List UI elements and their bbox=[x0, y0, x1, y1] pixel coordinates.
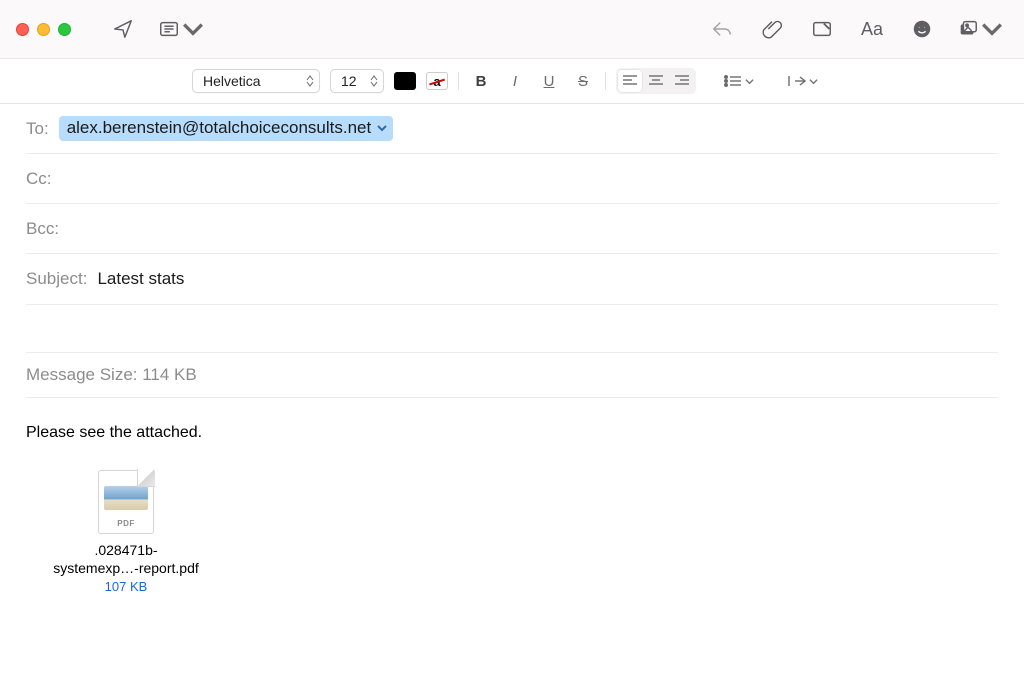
chevron-down-icon bbox=[182, 18, 204, 40]
italic-button[interactable]: I bbox=[503, 70, 527, 92]
font-size-value: 12 bbox=[341, 73, 357, 89]
align-center-button[interactable] bbox=[644, 70, 668, 92]
subject-field-row[interactable]: Subject: Latest stats bbox=[26, 254, 998, 304]
cc-field-row[interactable]: Cc: bbox=[26, 154, 998, 204]
send-button[interactable] bbox=[103, 11, 143, 47]
font-family-select[interactable]: Helvetica bbox=[192, 69, 320, 93]
window-close-button[interactable] bbox=[16, 23, 29, 36]
strikethrough-button[interactable]: S bbox=[571, 70, 595, 92]
header-spacer bbox=[26, 304, 998, 352]
message-size-label: Message Size: 114 KB bbox=[26, 365, 197, 385]
cc-label: Cc: bbox=[26, 169, 52, 189]
to-label: To: bbox=[26, 119, 49, 139]
attachment-filename: .028471b- systemexp…-report.pdf bbox=[53, 542, 199, 577]
text-color-swatch[interactable] bbox=[394, 72, 416, 90]
format-toolbar: Helvetica 12 a B I U S bbox=[0, 58, 1024, 104]
recipient-email: alex.berenstein@totalchoiceconsults.net bbox=[67, 118, 372, 138]
attachment-item[interactable]: PDF .028471b- systemexp…-report.pdf 107 … bbox=[26, 470, 226, 594]
recipient-chip[interactable]: alex.berenstein@totalchoiceconsults.net bbox=[59, 116, 394, 141]
bcc-label: Bcc: bbox=[26, 219, 59, 239]
window-titlebar: Aa bbox=[0, 0, 1024, 58]
markup-button[interactable] bbox=[802, 11, 842, 47]
chevron-down-icon bbox=[377, 123, 387, 133]
message-size-row: Message Size: 114 KB bbox=[26, 352, 998, 398]
emoji-button[interactable] bbox=[902, 11, 942, 47]
body-text: Please see the attached. bbox=[26, 424, 998, 442]
align-right-button[interactable] bbox=[670, 70, 694, 92]
format-button[interactable]: Aa bbox=[852, 11, 892, 47]
pdf-file-icon: PDF bbox=[98, 470, 154, 534]
subject-label: Subject: bbox=[26, 269, 87, 289]
attach-button[interactable] bbox=[752, 11, 792, 47]
bold-button[interactable]: B bbox=[469, 70, 493, 92]
text-align-group bbox=[616, 68, 696, 94]
stepper-icon bbox=[306, 75, 314, 87]
list-style-menu[interactable] bbox=[724, 73, 754, 89]
header-fields-menu[interactable] bbox=[153, 11, 209, 47]
align-left-button[interactable] bbox=[618, 70, 642, 92]
photos-button[interactable] bbox=[952, 11, 1008, 47]
message-body[interactable]: Please see the attached. PDF .028471b- s… bbox=[0, 398, 1024, 594]
to-field-row[interactable]: To: alex.berenstein@totalchoiceconsults.… bbox=[26, 104, 998, 154]
background-color-swatch[interactable]: a bbox=[426, 72, 448, 90]
attachment-size: 107 KB bbox=[105, 579, 148, 594]
reply-button[interactable] bbox=[702, 11, 742, 47]
window-minimize-button[interactable] bbox=[37, 23, 50, 36]
chevron-down-icon bbox=[745, 73, 754, 89]
bcc-field-row[interactable]: Bcc: bbox=[26, 204, 998, 254]
stepper-icon bbox=[370, 75, 378, 87]
divider bbox=[458, 72, 459, 90]
chevron-down-icon bbox=[981, 18, 1003, 40]
chevron-down-icon bbox=[809, 73, 818, 89]
window-zoom-button[interactable] bbox=[58, 23, 71, 36]
indent-menu[interactable] bbox=[788, 73, 818, 89]
subject-value: Latest stats bbox=[97, 269, 184, 289]
font-size-select[interactable]: 12 bbox=[330, 69, 384, 93]
message-header-fields: To: alex.berenstein@totalchoiceconsults.… bbox=[0, 104, 1024, 398]
window-controls bbox=[16, 23, 71, 36]
font-family-value: Helvetica bbox=[203, 73, 261, 89]
divider bbox=[605, 72, 606, 90]
underline-button[interactable]: U bbox=[537, 70, 561, 92]
